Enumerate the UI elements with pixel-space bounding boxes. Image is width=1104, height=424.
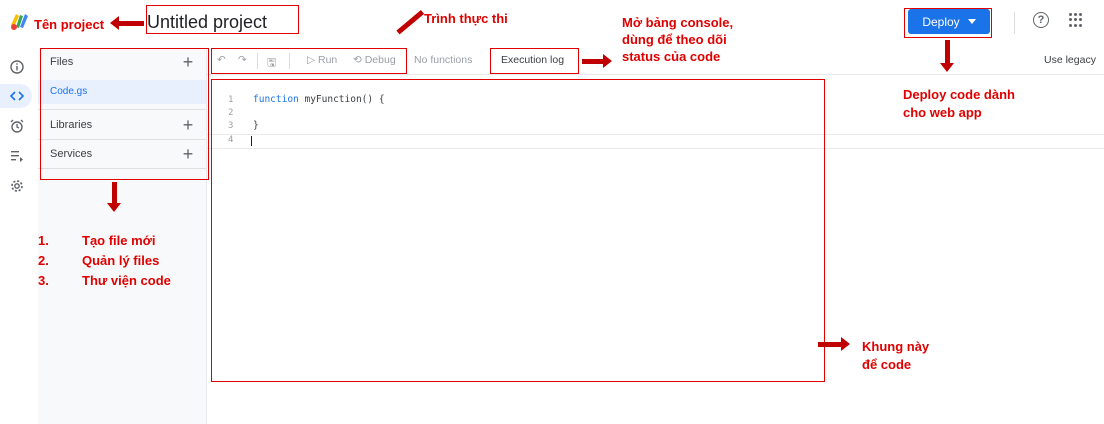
- undo-icon[interactable]: ↶: [217, 54, 226, 66]
- arrow-down: [940, 40, 954, 72]
- debug-button[interactable]: ⟲ Debug: [353, 54, 396, 66]
- divider: [38, 168, 206, 169]
- project-title[interactable]: Untitled project: [147, 12, 267, 33]
- arrow-right: [582, 54, 612, 68]
- list-item: Thư viện code: [82, 273, 171, 288]
- settings-gear-icon[interactable]: [9, 178, 25, 194]
- list-number: 3.: [38, 273, 49, 288]
- executions-icon[interactable]: [9, 148, 25, 164]
- editor-note-line2: để code: [862, 357, 912, 372]
- redo-icon[interactable]: ↷: [238, 54, 247, 66]
- add-library-icon[interactable]: +: [178, 116, 198, 134]
- line-number: 4: [228, 135, 234, 145]
- list-item: Tạo file mới: [82, 233, 156, 248]
- console-note-line1: Mở bảng console,: [622, 15, 734, 30]
- list-number: 2.: [38, 253, 49, 268]
- apps-script-logo-icon: [11, 14, 28, 30]
- toolbar-divider: [289, 53, 290, 69]
- editor-note-line1: Khung này: [862, 339, 930, 354]
- line-number: 2: [228, 108, 234, 118]
- code-editor[interactable]: 1 2 3 4 function myFunction() { }: [207, 75, 1104, 415]
- file-item-code-gs[interactable]: Code.gs: [38, 80, 206, 104]
- libraries-header: Libraries +: [38, 111, 206, 139]
- deploy-note-line1: Deploy code dành: [903, 87, 1015, 102]
- line-number: 1: [228, 95, 234, 105]
- deploy-note-line2: cho web app: [903, 105, 982, 120]
- apps-grid-icon[interactable]: [1069, 13, 1083, 27]
- deploy-button-label: Deploy: [922, 14, 960, 29]
- function-select[interactable]: No functions: [414, 54, 472, 66]
- run-button[interactable]: ▷ Run: [307, 54, 337, 66]
- info-icon[interactable]: [9, 59, 25, 75]
- alarm-clock-icon[interactable]: [9, 118, 25, 134]
- use-legacy-link[interactable]: Use legacy: [1044, 54, 1096, 66]
- add-service-icon[interactable]: +: [178, 145, 198, 163]
- save-icon[interactable]: 🖫: [267, 54, 276, 73]
- arrow-left: [110, 16, 144, 30]
- execution-log-button[interactable]: Execution log: [501, 54, 564, 66]
- line-number: 3: [228, 121, 234, 131]
- project-name-note: Tên project: [34, 17, 105, 32]
- runner-note: Trình thực thi: [424, 11, 508, 26]
- arrow-right: [818, 337, 850, 351]
- current-line-highlight: [207, 134, 1104, 149]
- console-note-line2: dùng để theo dõi: [622, 32, 727, 47]
- add-file-icon[interactable]: +: [178, 53, 198, 71]
- code-icon[interactable]: [9, 88, 25, 104]
- list-item: Quản lý files: [82, 253, 160, 268]
- libraries-label: Libraries: [50, 119, 93, 131]
- run-label: Run: [318, 54, 338, 66]
- arrow-down: [107, 182, 121, 212]
- code-keyword: function: [253, 94, 299, 105]
- list-number: 1.: [38, 233, 49, 248]
- header-divider: [1014, 12, 1015, 34]
- code-line-3: }: [253, 120, 259, 131]
- code-text: myFunction() {: [298, 94, 385, 105]
- files-header: Files +: [38, 48, 206, 76]
- services-label: Services: [50, 148, 93, 160]
- divider: [38, 109, 206, 110]
- services-header: Services +: [38, 140, 206, 168]
- chevron-down-icon: [967, 19, 976, 24]
- text-cursor: [251, 136, 252, 146]
- arrow-diagonal: [396, 10, 425, 35]
- files-label: Files: [50, 56, 74, 68]
- toolbar-divider: [257, 53, 258, 69]
- console-note-line3: status của code: [622, 49, 721, 64]
- debug-label: Debug: [364, 54, 396, 66]
- file-name: Code.gs: [50, 86, 88, 97]
- deploy-button[interactable]: Deploy: [908, 9, 990, 34]
- code-line-1: function myFunction() {: [253, 94, 385, 105]
- help-circle-icon[interactable]: ?: [1033, 12, 1049, 28]
